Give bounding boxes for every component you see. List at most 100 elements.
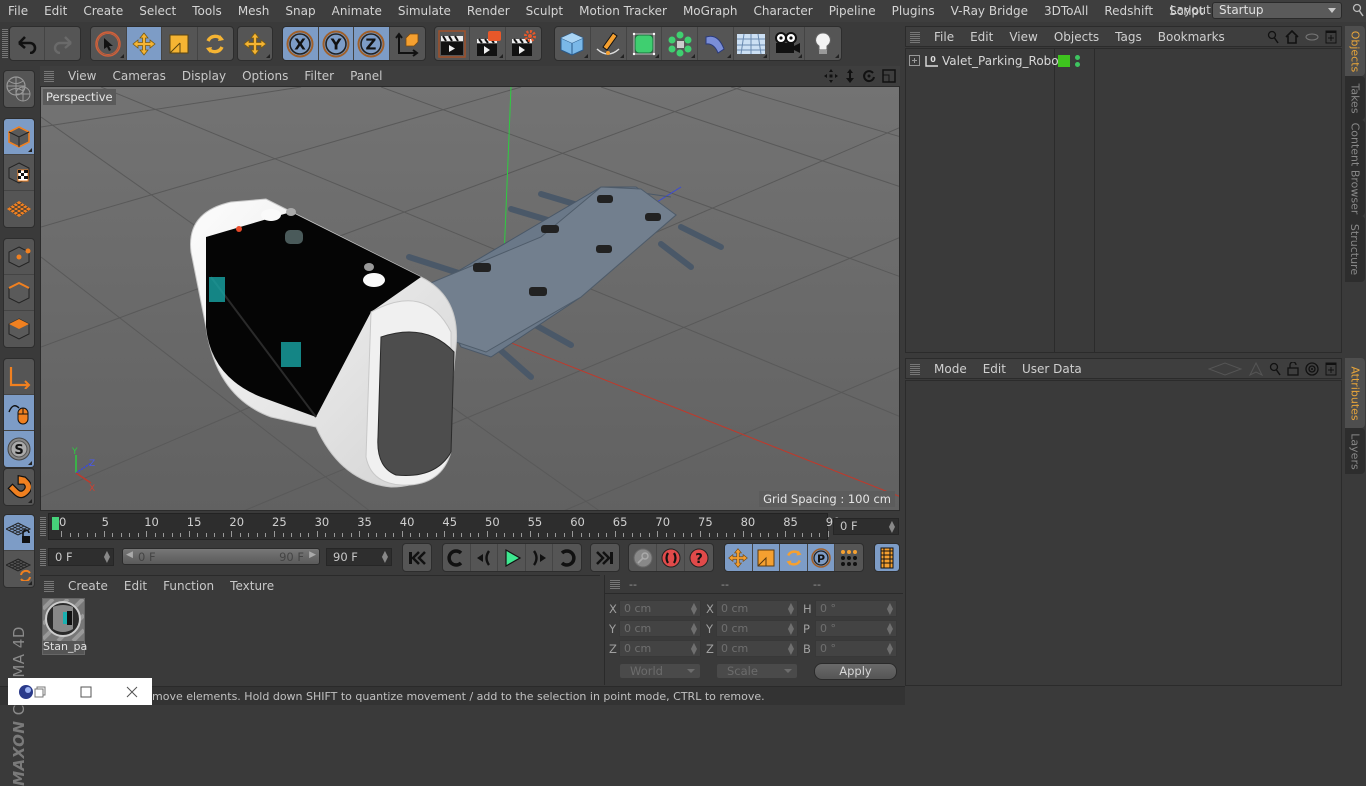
render-view-button[interactable] — [435, 27, 471, 60]
add-floor-button[interactable] — [734, 27, 770, 60]
menu-mesh[interactable]: Mesh — [230, 4, 278, 18]
menu-3dtoall[interactable]: 3DToAll — [1036, 4, 1096, 18]
timeline-grip[interactable] — [40, 516, 46, 536]
tab-attributes[interactable]: Attributes — [1345, 358, 1365, 428]
spinner-icon[interactable]: ▲ ▼ — [788, 622, 794, 636]
snap-button[interactable] — [4, 469, 34, 505]
coord-grip[interactable] — [610, 579, 620, 589]
maximize-view-icon[interactable] — [882, 69, 896, 83]
rotate-tool-button[interactable] — [198, 27, 233, 60]
menu-pipeline[interactable]: Pipeline — [821, 4, 884, 18]
timeline-window-button[interactable] — [875, 544, 899, 571]
back-arrow-icon[interactable] — [1207, 362, 1243, 376]
go-to-start-button[interactable] — [403, 544, 431, 571]
next-frame-button[interactable] — [526, 544, 554, 571]
maximize-icon[interactable] — [80, 686, 92, 698]
material-menu-create[interactable]: Create — [60, 579, 116, 593]
rot-h-field[interactable]: 0 ° ▲ ▼ — [815, 600, 897, 617]
menu-vray-bridge[interactable]: V-Ray Bridge — [943, 4, 1036, 18]
solo-button[interactable]: S — [4, 431, 34, 467]
viewport-grip[interactable] — [44, 70, 54, 82]
add-deformer-button[interactable] — [698, 27, 734, 60]
render-settings-button[interactable] — [506, 27, 541, 60]
transport-grip[interactable] — [40, 548, 46, 566]
viewport-camera-label[interactable]: Perspective — [43, 89, 116, 105]
menu-mograph[interactable]: MoGraph — [675, 4, 746, 18]
current-frame-field[interactable]: 0 F ▲ ▼ — [833, 518, 899, 535]
spinner-icon[interactable]: ▲ ▼ — [104, 550, 110, 564]
size-mode-dropdown[interactable]: Scale — [716, 663, 798, 679]
end-frame-field[interactable]: 90 F ▲ ▼ — [326, 548, 392, 566]
material-grip[interactable] — [44, 579, 54, 592]
tab-layers[interactable]: Layers — [1345, 428, 1365, 474]
make-editable-button[interactable] — [4, 71, 34, 107]
start-frame-field[interactable]: 0 F ▲ ▼ — [48, 548, 114, 566]
y-axis-lock-button[interactable]: Y — [318, 27, 354, 60]
viewport-menu-panel[interactable]: Panel — [342, 69, 390, 83]
object-menu-tags[interactable]: Tags — [1107, 30, 1150, 44]
align-workplane-button[interactable] — [4, 551, 34, 587]
search-icon[interactable] — [1269, 362, 1281, 376]
attributes-menu-edit[interactable]: Edit — [975, 362, 1014, 376]
viewport-menu-options[interactable]: Options — [234, 69, 296, 83]
attributes-menu-mode[interactable]: Mode — [926, 362, 975, 376]
size-z-field[interactable]: 0 cm ▲ ▼ — [716, 640, 798, 657]
range-right-arrow-icon[interactable]: ▶ — [309, 550, 316, 560]
range-left-arrow-icon[interactable]: ◀ — [126, 550, 133, 560]
tab-objects[interactable]: Objects — [1345, 26, 1365, 76]
object-menu-objects[interactable]: Objects — [1046, 30, 1107, 44]
points-mode-button[interactable] — [4, 239, 34, 275]
render-to-picture-viewer-button[interactable] — [470, 27, 506, 60]
polygons-mode-button[interactable] — [4, 311, 34, 347]
next-keyframe-button[interactable] — [553, 544, 581, 571]
spinner-icon[interactable]: ▲ ▼ — [691, 622, 697, 636]
key-scale-button[interactable] — [752, 544, 781, 571]
visibility-icon[interactable] — [1305, 32, 1319, 42]
zoom-view-icon[interactable] — [844, 69, 856, 83]
workplane-mode-button[interactable] — [4, 191, 34, 227]
x-axis-lock-button[interactable]: X — [283, 27, 319, 60]
lock-icon[interactable] — [1287, 362, 1299, 376]
rot-b-field[interactable]: 0 ° ▲ ▼ — [815, 640, 897, 657]
object-name[interactable]: Valet_Parking_Robot — [942, 54, 1063, 68]
new-panel-icon[interactable] — [1325, 362, 1337, 376]
spinner-icon[interactable]: ▲ ▼ — [788, 602, 794, 616]
add-subdivision-surface-button[interactable] — [627, 27, 663, 60]
add-light-button[interactable] — [805, 27, 841, 60]
key-rotation-button[interactable] — [780, 544, 808, 571]
attributes-menu-user-data[interactable]: User Data — [1014, 362, 1090, 376]
search-icon[interactable] — [1352, 3, 1364, 17]
expand-icon[interactable] — [909, 55, 920, 66]
move-tool-button[interactable] — [126, 27, 162, 60]
material-menu-edit[interactable]: Edit — [116, 579, 155, 593]
add-spline-button[interactable] — [591, 27, 627, 60]
edges-mode-button[interactable] — [4, 275, 34, 311]
tab-takes[interactable]: Takes — [1345, 76, 1365, 120]
toolbar-grip[interactable] — [2, 28, 8, 58]
apply-button[interactable]: Apply — [814, 663, 897, 680]
z-axis-lock-button[interactable]: Z — [354, 27, 390, 60]
key-pla-button[interactable] — [835, 544, 863, 571]
3d-viewport[interactable]: Y Z X Perspective Grid Spacing : 100 cm — [40, 86, 900, 511]
timeline-ruler[interactable]: 051015202530354045505560657075808590 — [48, 513, 840, 540]
viewport-menu-view[interactable]: View — [60, 69, 104, 83]
axis-mode-button[interactable] — [4, 359, 34, 395]
attributes-grip[interactable] — [910, 362, 920, 375]
search-icon[interactable] — [1267, 30, 1279, 44]
menu-sculpt[interactable]: Sculpt — [518, 4, 571, 18]
target-icon[interactable] — [1305, 362, 1319, 376]
play-button[interactable] — [498, 544, 526, 571]
spinner-icon[interactable]: ▲ ▼ — [887, 642, 893, 656]
size-y-field[interactable]: 0 cm ▲ ▼ — [716, 620, 798, 637]
key-position-button[interactable] — [725, 544, 753, 571]
spinner-icon[interactable]: ▲ ▼ — [382, 550, 388, 564]
close-icon[interactable] — [126, 686, 138, 698]
menu-character[interactable]: Character — [745, 4, 820, 18]
layout-dropdown[interactable]: Startup — [1212, 2, 1342, 19]
model-mode-button[interactable] — [4, 119, 34, 155]
spinner-icon[interactable]: ▲ ▼ — [691, 602, 697, 616]
viewport-menu-cameras[interactable]: Cameras — [104, 69, 173, 83]
rotate-view-icon[interactable] — [862, 69, 876, 83]
menu-create[interactable]: Create — [75, 4, 131, 18]
menu-simulate[interactable]: Simulate — [390, 4, 459, 18]
